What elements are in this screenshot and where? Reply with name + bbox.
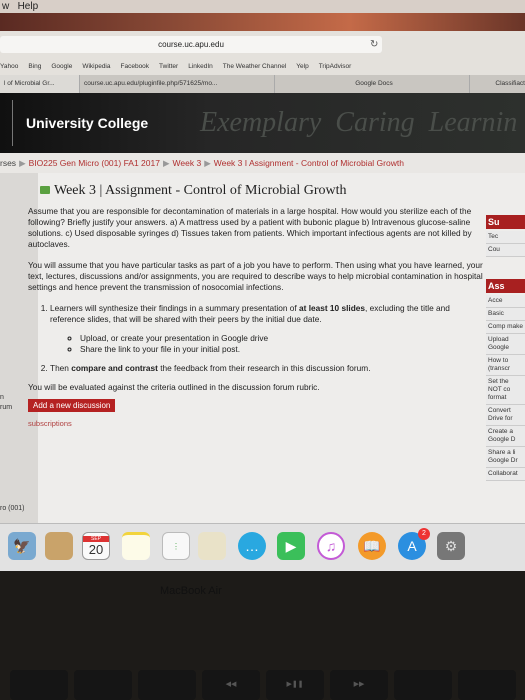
bookmark[interactable]: Yelp	[296, 63, 308, 70]
sidebar-link[interactable]: Set the NOT co format	[486, 376, 525, 405]
motto: Caring	[335, 107, 415, 138]
forum-icon	[40, 186, 50, 194]
reload-icon[interactable]: ↻	[370, 36, 378, 53]
sidebar-link[interactable]: Acce	[486, 295, 525, 308]
left-sidebar-item[interactable]: rum	[0, 404, 12, 411]
breadcrumb-assignment[interactable]: Week 3 I Assignment - Control of Microbi…	[214, 158, 404, 168]
facetime-icon[interactable]: ▶	[277, 532, 305, 560]
page-title-text: Week 3 | Assignment - Control of Microbi…	[54, 183, 347, 198]
steps-list: Learners will synthesize their findings …	[50, 303, 483, 374]
key-f5	[74, 670, 132, 700]
text: Learners will synthesize their findings …	[50, 303, 300, 313]
bookmark[interactable]: Bing	[28, 63, 41, 70]
breadcrumb-course[interactable]: BIO225 Gen Micro (001) FA1 2017	[29, 158, 160, 168]
header-mottos: Exemplary Caring Learnin	[200, 107, 525, 139]
tab-classifiact[interactable]: Classifiact	[470, 75, 525, 93]
key-f7: ◀◀	[202, 670, 260, 700]
bookmark[interactable]: Yahoo	[0, 63, 18, 70]
notification-badge: 2	[418, 528, 430, 540]
sidebar-link[interactable]: Share a li Google Dr	[486, 447, 525, 468]
itunes-icon[interactable]: ♫	[317, 532, 345, 560]
reminders-icon[interactable]: ⋮	[162, 532, 190, 560]
menu-item-view[interactable]: w	[2, 1, 9, 12]
breadcrumb-arrow-icon: ▶	[204, 158, 211, 168]
key-f6	[138, 670, 196, 700]
text: Then	[50, 363, 72, 373]
motto: Exemplary	[200, 107, 322, 138]
bookmark[interactable]: Facebook	[121, 63, 150, 70]
ibooks-icon[interactable]: 📖	[358, 532, 386, 560]
breadcrumb-arrow-icon: ▶	[19, 158, 26, 168]
sidebar-link[interactable]: Upload Google	[486, 334, 525, 355]
sidebar-link[interactable]: Create a Google D	[486, 426, 525, 447]
site-name[interactable]: University College	[26, 115, 148, 131]
tab-assignment[interactable]: l of Microbial Gr...	[0, 75, 80, 93]
key-f10	[394, 670, 452, 700]
sidebar-link[interactable]: How to (transcr	[486, 355, 525, 376]
bookmark[interactable]: LinkedIn	[188, 63, 213, 70]
photo-booth-icon[interactable]	[198, 532, 226, 560]
tab-pluginfile[interactable]: course.uc.apu.edu/pluginfile.php/571625/…	[80, 75, 275, 93]
breadcrumb-week[interactable]: Week 3	[173, 158, 202, 168]
preview-icon[interactable]: 🦅	[8, 532, 36, 560]
bookmark[interactable]: Twitter	[159, 63, 178, 70]
breadcrumb-arrow-icon: ▶	[162, 158, 170, 168]
key-f4	[10, 670, 68, 700]
bookmarks-bar: Yahoo Bing Google Wikipedia Facebook Twitter L…	[0, 58, 525, 75]
text: compare and contrast	[71, 363, 158, 373]
dock: 🦅 SEP 20 ⋮ … ▶ ♫ 📖 A 2 ⚙	[0, 523, 525, 571]
laptop-brand-label: MacBook Air	[160, 585, 222, 597]
page-title: Week 3 | Assignment - Control of Microbi…	[40, 183, 483, 198]
bookmark[interactable]: The Weather Channel	[223, 63, 286, 70]
question-paragraph: Assume that you are responsible for deco…	[28, 206, 472, 249]
key-f8: ▶❚❚	[266, 670, 324, 700]
header-divider	[12, 100, 13, 146]
bookmark[interactable]: Wikipedia	[82, 63, 110, 70]
right-sidebar: Su Tec Cou Ass Acce Basic Comp make Uplo…	[486, 215, 525, 481]
calendar-day: 20	[88, 541, 104, 557]
breadcrumb-courses[interactable]: rses	[0, 158, 16, 168]
messages-icon[interactable]: …	[238, 532, 266, 560]
sidebar-link[interactable]: Collaborat	[486, 468, 525, 481]
text: at least 10 slides	[299, 303, 365, 313]
left-sidebar-item[interactable]: n	[0, 394, 4, 401]
instructions-paragraph: You will assume that you have particular…	[28, 260, 483, 292]
sidebar-block-title: Ass	[486, 279, 525, 293]
notes-icon[interactable]	[122, 532, 150, 560]
text: the feedback from their research in this…	[157, 363, 371, 373]
tab-bar: l of Microbial Gr... course.uc.apu.edu/p…	[0, 75, 525, 93]
step-1: Learners will synthesize their findings …	[50, 303, 483, 355]
calendar-icon[interactable]: SEP 20	[82, 532, 110, 560]
key-f11	[458, 670, 516, 700]
step-2: Then compare and contrast the feedback f…	[50, 363, 483, 374]
bookmark[interactable]: Google	[51, 63, 72, 70]
assignment-content: Week 3 | Assignment - Control of Microbi…	[28, 183, 483, 429]
desktop-wallpaper-strip	[0, 13, 525, 31]
sidebar-link[interactable]: Comp make	[486, 321, 525, 334]
breadcrumb: rses ▶ BIO225 Gen Micro (001) FA1 2017 ▶ Wee…	[0, 153, 525, 173]
sidebar-link[interactable]: Cou	[486, 244, 525, 257]
system-preferences-icon[interactable]: ⚙	[437, 532, 465, 560]
sidebar-link[interactable]: Convert Drive for	[486, 405, 525, 426]
key-f9: ▶▶	[330, 670, 388, 700]
motto: Learnin	[428, 107, 518, 138]
bookmark[interactable]: TripAdvisor	[319, 63, 352, 70]
sidebar-link[interactable]: Basic	[486, 308, 525, 321]
left-sidebar-item[interactable]: ro (001)	[0, 505, 25, 512]
evaluation-note: You will be evaluated against the criter…	[28, 382, 320, 392]
address-bar[interactable]: course.uc.apu.edu	[0, 36, 382, 53]
contacts-icon[interactable]	[45, 532, 73, 560]
menu-bar: w Help	[0, 0, 525, 13]
subscriptions-link[interactable]: subscriptions	[28, 418, 483, 429]
sidebar-block-title: Su	[486, 215, 525, 229]
sidebar-link[interactable]: Tec	[486, 231, 525, 244]
sub-item: Share the link to your file in your init…	[80, 344, 483, 355]
add-discussion-button[interactable]: Add a new discussion	[28, 399, 116, 412]
sub-item: Upload, or create your presentation in G…	[80, 333, 483, 344]
tab-google-docs[interactable]: Google Docs	[275, 75, 470, 93]
menu-item-help[interactable]: Help	[18, 1, 39, 12]
